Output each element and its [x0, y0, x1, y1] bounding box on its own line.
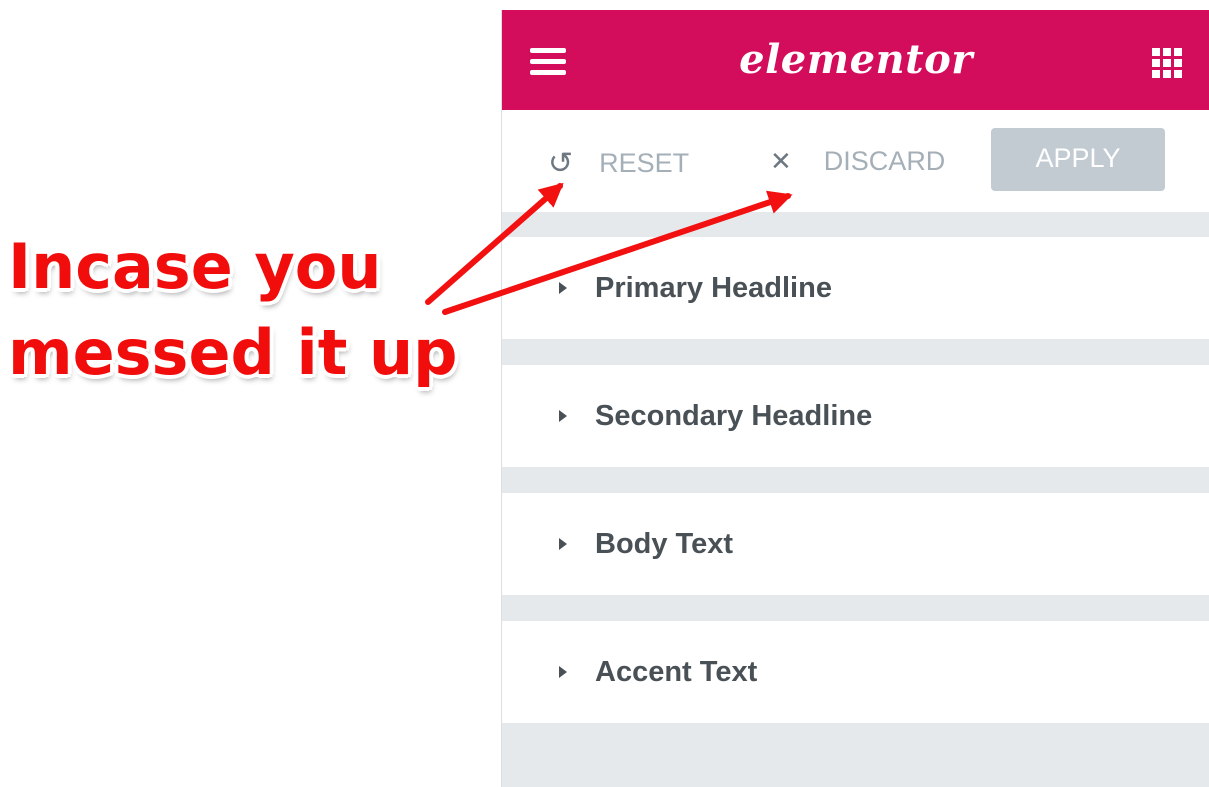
reset-label: RESET: [599, 148, 690, 178]
apply-button[interactable]: APPLY: [991, 128, 1165, 191]
undo-icon: ↺: [548, 147, 574, 180]
section-secondary-headline[interactable]: Secondary Headline: [502, 365, 1209, 467]
close-icon: ✕: [770, 146, 792, 176]
section-accent-text[interactable]: Accent Text: [502, 621, 1209, 723]
annotation-line-2: messed it up: [8, 316, 458, 389]
discard-label: DISCARD: [823, 146, 946, 176]
elementor-logo: elementor: [739, 36, 973, 83]
annotation-line-1: Incase you: [8, 230, 382, 303]
caret-right-icon: [559, 282, 567, 294]
grid-apps-icon[interactable]: [1152, 48, 1182, 78]
action-bar: ↺ RESET ✕ DISCARD APPLY: [502, 110, 1209, 212]
section-primary-headline[interactable]: Primary Headline: [502, 237, 1209, 339]
panel-header: elementor: [502, 10, 1209, 110]
section-label: Primary Headline: [595, 271, 832, 304]
reset-button[interactable]: ↺ RESET: [548, 146, 689, 181]
elementor-panel: elementor ↺ RESET ✕ DISCARD APPLY Primar…: [501, 10, 1209, 787]
section-body-text[interactable]: Body Text: [502, 493, 1209, 595]
annotation-text: Incase you messed it up: [8, 224, 478, 396]
caret-right-icon: [559, 538, 567, 550]
section-label: Body Text: [595, 527, 734, 560]
discard-button[interactable]: ✕ DISCARD: [770, 146, 945, 177]
caret-right-icon: [559, 666, 567, 678]
caret-right-icon: [559, 410, 567, 422]
section-label: Accent Text: [595, 655, 758, 688]
section-label: Secondary Headline: [595, 399, 873, 432]
